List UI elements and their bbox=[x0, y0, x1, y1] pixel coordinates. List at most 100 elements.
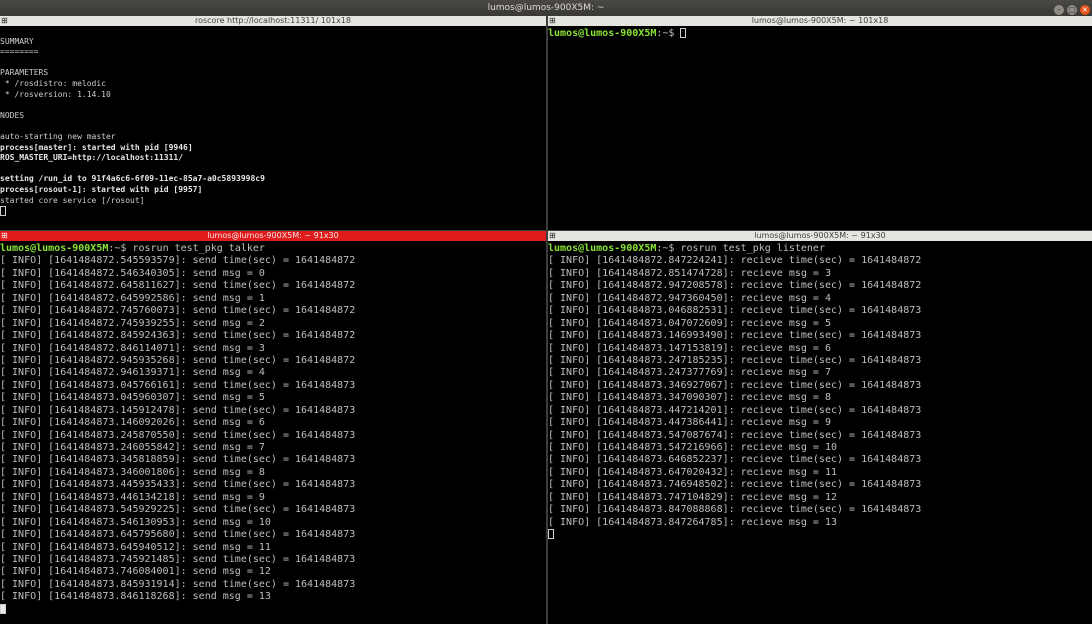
terminal-menu-icon[interactable]: ⊞ bbox=[1, 16, 8, 26]
terminal-line: [ INFO] [1641484872.745760073]: send tim… bbox=[0, 305, 356, 317]
talker-prompt-user: lumos@lumos-900X5M bbox=[0, 243, 109, 254]
terminal-line: [ INFO] [1641484873.447214201]: recieve … bbox=[548, 404, 922, 416]
window-titlebar[interactable]: lumos@lumos-900X5M: ~ – □ × bbox=[0, 0, 1092, 16]
text-cursor bbox=[0, 206, 6, 217]
talker-prompt-path: :~$ bbox=[108, 243, 133, 254]
terminal-line: [ INFO] [1641484873.347090307]: recieve … bbox=[548, 392, 831, 404]
text-cursor bbox=[548, 529, 554, 540]
terminal-line: [ INFO] [1641484873.545929225]: send tim… bbox=[0, 504, 356, 516]
terminal-line: [ INFO] [1641484873.247185235]: recieve … bbox=[548, 354, 922, 366]
shell-pane-title: lumos@lumos-900X5M: ~ 101x18 bbox=[751, 16, 889, 25]
window-title: lumos@lumos-900X5M: ~ bbox=[487, 3, 605, 13]
terminal-line: * /rosversion: 1.14.10 bbox=[0, 89, 111, 99]
terminal-line: [ INFO] [1641484873.747104829]: recieve … bbox=[548, 491, 837, 503]
text-cursor bbox=[0, 603, 6, 614]
maximize-icon[interactable]: □ bbox=[1067, 5, 1077, 15]
minimize-icon[interactable]: – bbox=[1054, 5, 1064, 15]
terminal-line: [ INFO] [1641484873.847088868]: recieve … bbox=[548, 504, 922, 516]
terminal-line: [ INFO] [1641484873.547087674]: recieve … bbox=[548, 429, 922, 441]
terminal-line: [ INFO] [1641484872.545593579]: send tim… bbox=[0, 255, 356, 267]
terminal-line: ROS_MASTER_URI=http://localhost:11311/ bbox=[0, 153, 184, 163]
terminal-menu-icon[interactable]: ⊞ bbox=[549, 16, 556, 26]
listener-command: rosrun test_pkg listener bbox=[680, 243, 825, 254]
terminal-line: [ INFO] [1641484872.546340305]: send msg… bbox=[0, 267, 265, 279]
terminal-line: [ INFO] [1641484873.745921485]: send tim… bbox=[0, 553, 356, 565]
terminal-line: [ INFO] [1641484873.446134218]: send msg… bbox=[0, 491, 265, 503]
shell-pane[interactable]: ⊞ lumos@lumos-900X5M: ~ 101x18 lumos@lum… bbox=[548, 16, 1092, 230]
terminal-line: [ INFO] [1641484873.845931914]: send tim… bbox=[0, 578, 356, 590]
roscore-pane[interactable]: ⊞ roscore http://localhost:11311/ 101x18… bbox=[0, 16, 546, 230]
terminal-line: [ INFO] [1641484873.847264785]: recieve … bbox=[548, 516, 837, 528]
listener-pane-title: lumos@lumos-900X5M: ~ 91x30 bbox=[754, 231, 886, 240]
terminal-line: process[rosout-1]: started with pid [995… bbox=[0, 184, 203, 194]
terminal-line: [ INFO] [1641484873.645940512]: send msg… bbox=[0, 541, 271, 553]
talker-pane[interactable]: ⊞ lumos@lumos-900X5M: ~ 91x30 lumos@lumo… bbox=[0, 231, 546, 624]
terminal-line: [ INFO] [1641484872.847224241]: recieve … bbox=[548, 255, 922, 267]
listener-terminal-output[interactable]: lumos@lumos-900X5M:~$ rosrun test_pkg li… bbox=[548, 243, 1092, 624]
terminal-line: [ INFO] [1641484873.045766161]: send tim… bbox=[0, 379, 356, 391]
terminal-line: [ INFO] [1641484873.346001806]: send msg… bbox=[0, 466, 265, 478]
shell-pane-titlebar[interactable]: ⊞ lumos@lumos-900X5M: ~ 101x18 bbox=[548, 16, 1092, 26]
roscore-terminal-output[interactable]: SUMMARY ======== PARAMETERS * /rosdistro: … bbox=[0, 26, 546, 230]
terminal-line: [ INFO] [1641484873.645795680]: send tim… bbox=[0, 529, 356, 541]
pane-divider-vertical[interactable] bbox=[546, 16, 548, 624]
terminal-line: PARAMETERS bbox=[0, 68, 49, 78]
terminal-line: [ INFO] [1641484872.846114071]: send msg… bbox=[0, 342, 265, 354]
window-controls: – □ × bbox=[1051, 2, 1090, 15]
listener-pane-titlebar[interactable]: ⊞ lumos@lumos-900X5M: ~ 91x30 bbox=[548, 231, 1092, 241]
terminal-line: [ INFO] [1641484873.646852237]: recieve … bbox=[548, 454, 922, 466]
shell-prompt-path: :~$ bbox=[656, 28, 681, 39]
terminal-line: [ INFO] [1641484872.947360450]: recieve … bbox=[548, 292, 831, 304]
terminal-line: auto-starting new master bbox=[0, 131, 116, 141]
terminal-line: [ INFO] [1641484873.045960307]: send msg… bbox=[0, 392, 265, 404]
terminal-line: ======== bbox=[0, 47, 39, 57]
pane-divider-horizontal[interactable] bbox=[0, 230, 1092, 231]
terminal-line: [ INFO] [1641484873.246055842]: send msg… bbox=[0, 442, 265, 453]
terminal-menu-icon[interactable]: ⊞ bbox=[1, 231, 8, 241]
text-cursor bbox=[680, 28, 687, 38]
listener-pane[interactable]: ⊞ lumos@lumos-900X5M: ~ 91x30 lumos@lumo… bbox=[548, 231, 1092, 624]
terminal-menu-icon[interactable]: ⊞ bbox=[549, 231, 556, 241]
terminal-line: [ INFO] [1641484872.947208578]: recieve … bbox=[548, 280, 922, 292]
terminal-line: SUMMARY bbox=[0, 36, 34, 46]
terminal-line: [ INFO] [1641484873.846118268]: send msg… bbox=[0, 591, 271, 603]
terminal-line: [ INFO] [1641484873.447386441]: recieve … bbox=[548, 417, 831, 429]
terminal-line: NODES bbox=[0, 110, 25, 120]
terminal-line: [ INFO] [1641484873.047072609]: recieve … bbox=[548, 317, 831, 329]
talker-terminal-output[interactable]: lumos@lumos-900X5M:~$ rosrun test_pkg ta… bbox=[0, 243, 546, 624]
terminal-line: [ INFO] [1641484872.845924363]: send tim… bbox=[0, 330, 356, 342]
terminal-line: started core service [/rosout] bbox=[0, 195, 145, 205]
talker-pane-title: lumos@lumos-900X5M: ~ 91x30 bbox=[207, 231, 339, 240]
terminal-line: [ INFO] [1641484873.245870550]: send tim… bbox=[0, 429, 356, 441]
terminal-line: [ INFO] [1641484873.346927067]: recieve … bbox=[548, 379, 922, 391]
terminal-line: [ INFO] [1641484873.647020432]: recieve … bbox=[548, 466, 837, 478]
shell-terminal-output[interactable]: lumos@lumos-900X5M:~$ bbox=[548, 28, 1092, 230]
talker-command: rosrun test_pkg talker bbox=[132, 243, 265, 254]
terminal-line: [ INFO] [1641484873.746948502]: recieve … bbox=[548, 479, 922, 491]
talker-pane-titlebar[interactable]: ⊞ lumos@lumos-900X5M: ~ 91x30 bbox=[0, 231, 546, 241]
terminal-line: [ INFO] [1641484873.546130953]: send msg… bbox=[0, 516, 271, 528]
listener-prompt-user: lumos@lumos-900X5M bbox=[548, 243, 657, 254]
shell-prompt-user: lumos@lumos-900X5M bbox=[548, 28, 657, 39]
terminal-line: [ INFO] [1641484873.547216966]: recieve … bbox=[548, 442, 837, 453]
terminal-line: [ INFO] [1641484872.645992586]: send msg… bbox=[0, 292, 265, 304]
terminal-line: * /rosdistro: melodic bbox=[0, 78, 106, 88]
close-icon[interactable]: × bbox=[1080, 5, 1090, 15]
terminal-line: [ INFO] [1641484873.146993490]: recieve … bbox=[548, 330, 922, 342]
terminal-line: [ INFO] [1641484873.146092026]: send msg… bbox=[0, 417, 265, 429]
terminal-line: [ INFO] [1641484873.147153819]: recieve … bbox=[548, 342, 831, 354]
terminal-line: [ INFO] [1641484872.946139371]: send msg… bbox=[0, 367, 265, 379]
listener-prompt-path: :~$ bbox=[656, 243, 681, 254]
terminal-line: [ INFO] [1641484873.345818859]: send tim… bbox=[0, 454, 356, 466]
terminal-line: process[master]: started with pid [9946] bbox=[0, 142, 193, 152]
terminal-line: setting /run_id to 91f4a6c6-6f09-11ec-85… bbox=[0, 174, 265, 184]
roscore-pane-titlebar[interactable]: ⊞ roscore http://localhost:11311/ 101x18 bbox=[0, 16, 546, 26]
terminal-line: [ INFO] [1641484872.745939255]: send msg… bbox=[0, 317, 265, 329]
terminal-line: [ INFO] [1641484873.046882531]: recieve … bbox=[548, 305, 922, 317]
terminal-line: [ INFO] [1641484873.145912478]: send tim… bbox=[0, 404, 356, 416]
